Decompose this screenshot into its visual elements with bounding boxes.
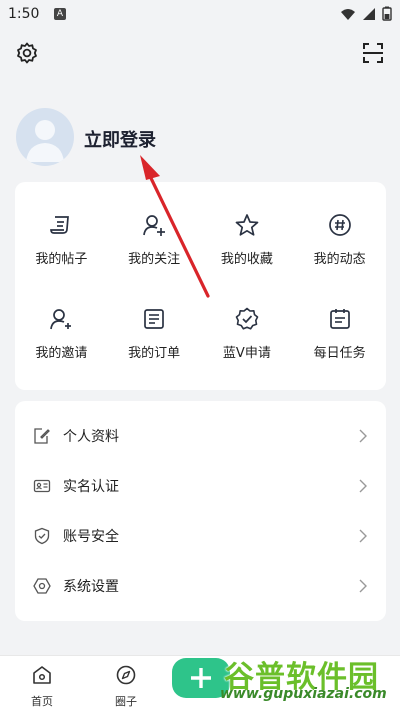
- status-icons: [340, 6, 392, 21]
- grid-item-my-invites[interactable]: 我的邀请: [15, 286, 108, 380]
- settings-list: 个人资料 实名认证 账号安全 系统设置: [15, 401, 386, 611]
- grid-item-my-favorites[interactable]: 我的收藏: [201, 192, 294, 286]
- chevron-right-icon: [359, 579, 367, 593]
- status-bar: 1:50 A: [0, 0, 400, 30]
- settings-gear-icon[interactable]: [14, 40, 40, 66]
- nav-home-label: 首页: [31, 695, 53, 708]
- order-icon: [144, 308, 164, 329]
- wifi-icon: [341, 8, 355, 20]
- grid-item-label: 我的关注: [128, 251, 181, 267]
- watermark: 谷普软件园 www.gupuxiazai.com: [214, 652, 394, 704]
- list-item-label: 实名认证: [63, 479, 119, 495]
- grid-item-daily-tasks[interactable]: 每日任务: [293, 286, 386, 380]
- scan-icon[interactable]: [360, 40, 386, 66]
- grid-item-label: 我的动态: [313, 251, 366, 267]
- list-item-system-settings[interactable]: 系统设置: [15, 561, 386, 611]
- nav-home[interactable]: 首页: [12, 664, 72, 709]
- chevron-right-icon: [359, 429, 367, 443]
- plus-icon: [191, 668, 211, 688]
- list-item-profile[interactable]: 个人资料: [15, 411, 386, 461]
- grid-item-label: 我的收藏: [220, 251, 273, 267]
- list-item-label: 账号安全: [63, 529, 119, 545]
- list-item-real-name[interactable]: 实名认证: [15, 461, 386, 511]
- chevron-right-icon: [359, 479, 367, 493]
- notification-icon: A: [54, 8, 66, 20]
- calendar-icon: [329, 308, 350, 329]
- shield-icon: [34, 527, 50, 545]
- login-link[interactable]: 立即登录: [84, 126, 156, 152]
- signal-icon: [363, 7, 375, 20]
- grid-item-label: 我的订单: [128, 345, 181, 361]
- invite-icon: [50, 308, 72, 329]
- grid-item-label: 蓝V申请: [222, 345, 271, 361]
- hashtag-icon: [328, 213, 351, 236]
- grid-item-my-activity[interactable]: 我的动态: [293, 192, 386, 286]
- grid-item-my-posts[interactable]: 我的帖子: [15, 192, 108, 286]
- status-time: 1:50: [8, 6, 40, 22]
- profile-edit-icon: [34, 428, 50, 444]
- list-item-account-security[interactable]: 账号安全: [15, 511, 386, 561]
- list-item-label: 系统设置: [63, 579, 119, 595]
- chevron-right-icon: [359, 529, 367, 543]
- grid-item-my-follow[interactable]: 我的关注: [108, 192, 201, 286]
- top-bar: [0, 38, 400, 72]
- home-icon: [33, 666, 51, 684]
- settings-list-card: 个人资料 实名认证 账号安全 系统设置: [15, 401, 386, 621]
- follow-icon: [143, 214, 166, 236]
- id-card-icon: [33, 479, 51, 493]
- list-item-label: 个人资料: [63, 429, 119, 445]
- star-icon: [235, 213, 259, 236]
- bottom-nav: 首页 圈子 谷普软件园 www.gupuxiazai.com: [0, 655, 400, 712]
- nav-circle[interactable]: 圈子: [96, 664, 156, 709]
- feature-grid-card: 我的帖子 我的关注 我的收藏 我的动态 我的邀请 我的订单 蓝V申请 每日任务: [15, 182, 386, 390]
- posts-icon: [50, 215, 70, 234]
- grid-item-label: 我的邀请: [35, 345, 88, 361]
- battery-icon: [382, 6, 392, 21]
- avatar[interactable]: [16, 108, 74, 166]
- grid-item-label: 我的帖子: [35, 251, 88, 267]
- watermark-url: www.gupuxiazai.com: [220, 686, 387, 702]
- feature-grid: 我的帖子 我的关注 我的收藏 我的动态 我的邀请 我的订单 蓝V申请 每日任务: [15, 182, 386, 380]
- compass-icon: [116, 665, 136, 685]
- grid-item-label: 每日任务: [313, 345, 366, 361]
- grid-item-my-orders[interactable]: 我的订单: [108, 286, 201, 380]
- verify-badge-icon: [235, 307, 259, 330]
- profile-header[interactable]: 立即登录: [16, 108, 316, 168]
- settings-hex-icon: [33, 578, 51, 594]
- grid-item-blue-v-apply[interactable]: 蓝V申请: [201, 286, 294, 380]
- default-avatar-icon: [26, 120, 64, 162]
- nav-circle-label: 圈子: [115, 695, 137, 708]
